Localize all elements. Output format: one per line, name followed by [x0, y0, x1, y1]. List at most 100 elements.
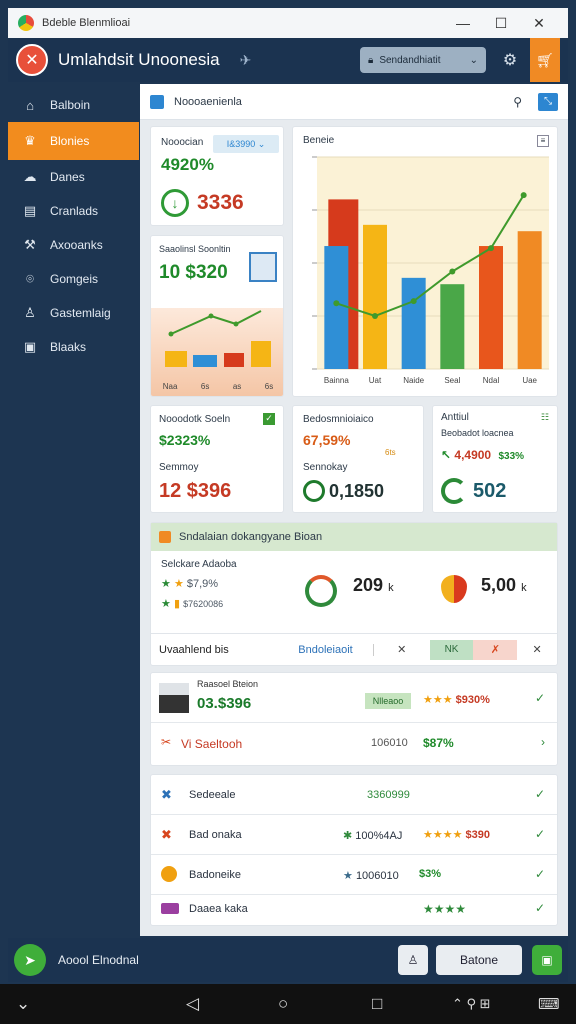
tab-flag-icon[interactable]: ✗ [473, 639, 518, 660]
search-icon[interactable]: ⚲ [513, 95, 522, 109]
list-item[interactable]: ✖ Sedeeale 3360999 ✓ [151, 775, 557, 815]
flag-icon: ▮ [173, 598, 180, 610]
sidebar-item-balboin[interactable]: ⌂ Balboin [8, 88, 139, 122]
home-circle-icon[interactable]: ○ [278, 994, 288, 1014]
navigate-icon[interactable]: ➤ [14, 944, 46, 976]
list-item-value: 3360999 [367, 789, 410, 801]
star-icon: ★ [161, 598, 171, 610]
settings-icon[interactable]: ⚙ [496, 46, 524, 74]
list-item[interactable]: ✖ Bad onaka ✱ 100%4AJ ★★★★ $390 ✓ [151, 815, 557, 855]
ring-icon [303, 480, 325, 502]
check-icon[interactable]: ✓ [535, 867, 545, 881]
location-icon: ⌾ [26, 271, 34, 286]
user-button[interactable]: ♙ [398, 945, 428, 975]
check-icon[interactable]: ✓ [535, 901, 545, 915]
list-item-title: Badoneike [189, 869, 241, 881]
cart-button[interactable]: 🛒︎ [530, 38, 560, 82]
section-metric-1: 209 k [353, 575, 394, 596]
sidebar-item-blonies[interactable]: ♛ Blonies [8, 122, 139, 160]
back-icon[interactable]: ◁ [186, 994, 199, 1014]
home-icon: ⌂ [26, 97, 34, 113]
tab-dismiss-icon[interactable]: ✕ [517, 643, 557, 656]
recents-icon[interactable]: □ [372, 994, 382, 1014]
kpi2-label: Saaolinsl Soonltin [159, 244, 231, 254]
list-item-title: Raasoel Bteion [197, 679, 259, 689]
arrows-icon: ↖ [441, 448, 452, 462]
header-select[interactable]: 🔒︎ Sendandhiatit ⌄ [360, 47, 486, 73]
bar-chart: Bainna Uat Naide Seal Ndal Uae [312, 156, 549, 385]
app-icon [18, 15, 34, 31]
tab-bar: Uvaahlend bis Bndoleiaoit ✕ NK ✗ ✕ [151, 633, 557, 665]
window-title: Bdeble Blenmlioai [42, 17, 131, 29]
sidebar-item-cranlads[interactable]: ▤ Cranlads [8, 194, 139, 228]
chat-button[interactable]: ▣ [532, 945, 562, 975]
chat-icon: ▣ [541, 953, 553, 967]
brand-logo[interactable]: ✕ [16, 44, 48, 76]
x-tick-label: Uat [369, 376, 382, 385]
pin-icon[interactable]: ✈ [240, 52, 252, 69]
section-metric-2-value: 5,00 [481, 575, 517, 595]
footer-text: Aoool Elnodnal [58, 953, 139, 967]
main-chart-card: Beneie ≡ Bainna Uat Naide Seal Ndal Uae [292, 126, 558, 397]
house-icon [249, 252, 277, 282]
tab-ok[interactable]: NK [429, 639, 474, 660]
list-item-title: Vi Saeltooh [181, 737, 243, 751]
footer-button[interactable]: Batone [436, 945, 522, 975]
x-tick-label: Bainna [324, 376, 349, 385]
minimize-button[interactable]: — [444, 15, 482, 31]
chevron-down-icon: ⌄ [469, 54, 478, 66]
stars-icon: ★★★★ [423, 902, 467, 916]
check-icon[interactable]: ✓ [535, 691, 545, 705]
sidebar-item-label: Blaaks [50, 340, 87, 354]
sidebar-item-axooanks[interactable]: ⚒ Axooanks [8, 228, 139, 262]
chevron-right-icon[interactable]: › [541, 735, 545, 749]
down-chevron-icon[interactable]: ⌄ [16, 994, 30, 1014]
list-card-2: ✖ Sedeeale 3360999 ✓ ✖ Bad onaka ✱ 100%4… [150, 774, 558, 926]
summary-section: Sndalaian dokangyane Bioan Selckare Adao… [150, 522, 558, 666]
section-row-1-value: $7,9% [186, 578, 219, 590]
section-sub: Selckare Adaoba [161, 559, 237, 570]
close-button[interactable]: ✕ [520, 15, 558, 32]
list-item-rating: $930% [455, 694, 490, 706]
stat-card-1: Nooodotk Soeln ✓ $2323% Semmoy 12 $396 [150, 405, 284, 513]
tools-icon: ⚒ [24, 237, 36, 252]
tools-icon: ✖ [161, 827, 172, 842]
keyboard-icon[interactable]: ⌨ [538, 995, 560, 1013]
kpi2-value: 10 $320 [159, 262, 228, 283]
mini-tick: 6s [264, 382, 274, 391]
list-item[interactable]: Daaea kaka ★★★★ ✓ [151, 895, 557, 925]
list-item-value: 100%4AJ [355, 830, 403, 842]
check-icon[interactable]: ✓ [535, 827, 545, 841]
kpi-pill[interactable]: I&3990 ⌄ [213, 135, 279, 153]
os-navigation-bar: ⌄ ◁ ○ □ ⌃ ⚲ ⊞ ⌨ [0, 984, 576, 1024]
check-icon[interactable]: ✓ [535, 787, 545, 801]
stat1-pct: $2323% [159, 432, 211, 448]
image-icon: ▣ [23, 339, 37, 354]
list-item-pct: $3% [419, 868, 442, 880]
list-item-pct: $87% [423, 736, 454, 750]
stat3-pct: $33% [498, 451, 525, 462]
section-metric-2-unit: k [521, 582, 527, 594]
list-item[interactable]: Badoneike ★ 1006010 $3% ✓ [151, 855, 557, 895]
check-icon: ✓ [263, 413, 275, 425]
sidebar-item-label: Gastemlaig [50, 306, 111, 320]
maximize-button[interactable]: ☐ [482, 15, 520, 32]
sidebar-item-gomgeis[interactable]: ⌾ Gomgeis [8, 262, 139, 296]
list-item-badge: Nlleaoo [365, 693, 411, 709]
gauge-icon [305, 575, 337, 607]
trend-point [410, 298, 417, 305]
sidebar-item-label: Blonies [50, 134, 90, 148]
sidebar-item-danes[interactable]: ☁ Danes [8, 160, 139, 194]
sidebar-item-blaaks[interactable]: ▣ Blaaks [8, 330, 139, 364]
refresh-icon: ↓ [161, 189, 189, 217]
stat2-small: 6ts [385, 448, 396, 457]
stat3-value1: 4,4900 [454, 448, 492, 462]
sidebar-item-gastemlaig[interactable]: ♙ Gastemlaig [8, 296, 139, 330]
tab-close-icon[interactable]: ✕ [374, 643, 430, 656]
list-item[interactable]: ✂ Vi Saeltooh 106010 $87% › [151, 723, 557, 765]
coin-icon [161, 866, 177, 882]
kpi-card-1: Nooocian I&3990 ⌄ 4920% ↓ 3336 [150, 126, 284, 226]
expand-button[interactable]: ⤡ [538, 92, 558, 111]
tab-active[interactable]: Bndoleiaoit [298, 643, 374, 656]
list-item[interactable]: Raasoel Bteion 03.$396 Nlleaoo ★★★ $930%… [151, 673, 557, 723]
